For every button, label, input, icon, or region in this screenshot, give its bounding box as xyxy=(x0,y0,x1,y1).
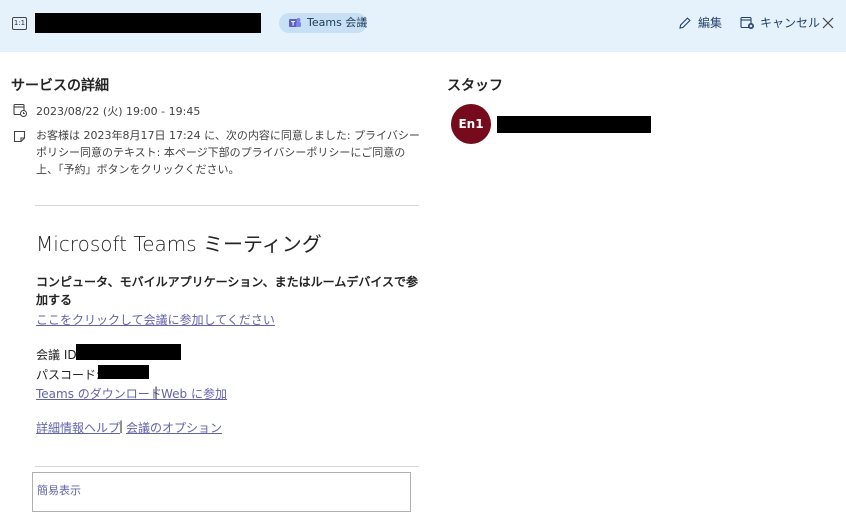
link-separator: | xyxy=(154,385,159,399)
cancel-label: キャンセル xyxy=(760,16,821,30)
redacted-passcode xyxy=(98,365,149,379)
simple-view-box: 簡易表示 xyxy=(32,472,411,512)
note-icon xyxy=(13,130,26,143)
divider xyxy=(35,205,419,206)
redacted-meeting-id xyxy=(76,344,181,360)
calendar-cancel-icon xyxy=(740,16,754,29)
help-link[interactable]: 詳細情報ヘルプ xyxy=(36,419,120,436)
teams-meeting-badge: T Teams 会議 xyxy=(279,13,367,33)
passcode-label: パスコード: xyxy=(36,368,101,382)
staff-title: スタッフ xyxy=(447,78,503,94)
link-separator: | xyxy=(119,419,124,433)
calendar-clock-icon xyxy=(13,103,27,117)
staff-avatar: En1 xyxy=(451,104,491,144)
header-bar: 1:1 T Teams 会議 編集 キャンセル xyxy=(0,0,846,52)
pencil-icon xyxy=(679,17,691,29)
divider xyxy=(35,466,419,467)
meeting-id-label: 会議 ID: xyxy=(36,348,81,362)
meeting-options-link[interactable]: 会議のオプション xyxy=(126,419,222,436)
redacted-staff-name xyxy=(497,116,651,133)
badge-label: Teams 会議 xyxy=(307,16,368,29)
join-heading: コンピュータ、モバイルアプリケーション、またはルームデバイスで参加する xyxy=(36,275,418,307)
meeting-title: Microsoft Teams ミーティング xyxy=(36,232,322,256)
teams-download-link[interactable]: Teams のダウンロード xyxy=(36,385,162,402)
consent-note: お客様は 2023年8月17日 17:24 に、次の内容に同意しました: プライ… xyxy=(36,129,420,176)
join-web-link[interactable]: Web に参加 xyxy=(161,385,227,402)
edit-label: 編集 xyxy=(698,16,723,30)
teams-icon: T xyxy=(289,18,301,28)
appointment-datetime: 2023/08/22 (火) 19:00 - 19:45 xyxy=(36,105,201,118)
appointment-icon: 1:1 xyxy=(12,17,27,30)
redacted-title xyxy=(35,13,261,33)
close-icon[interactable] xyxy=(820,15,836,31)
service-details-title: サービスの詳細 xyxy=(11,78,109,94)
simple-view-link[interactable]: 簡易表示 xyxy=(37,482,81,498)
join-meeting-link[interactable]: ここをクリックして会議に参加してください xyxy=(36,311,275,328)
